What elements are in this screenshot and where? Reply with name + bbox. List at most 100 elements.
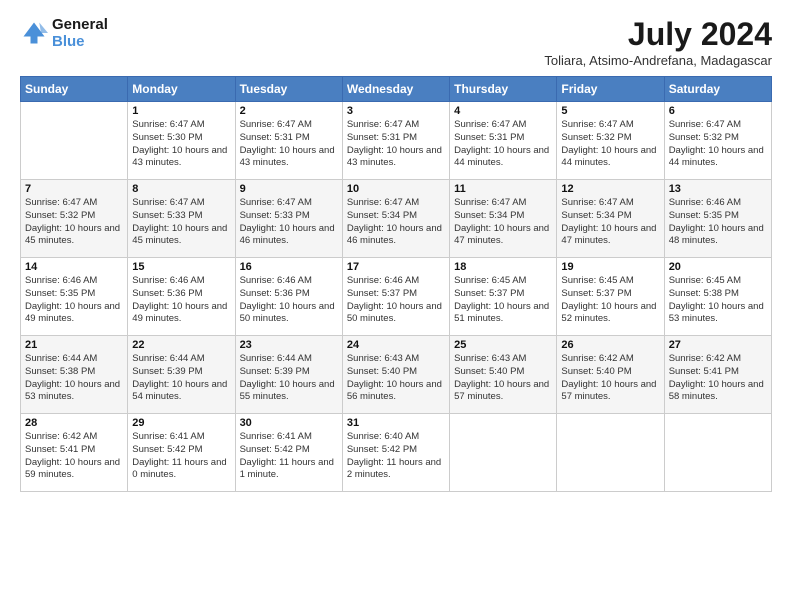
table-row: 9 Sunrise: 6:47 AMSunset: 5:33 PMDayligh… — [235, 180, 342, 258]
cell-info: Sunrise: 6:45 AMSunset: 5:37 PMDaylight:… — [454, 275, 552, 326]
location: Toliara, Atsimo-Andrefana, Madagascar — [544, 53, 772, 68]
cell-date: 25 — [454, 339, 552, 351]
table-row: 14 Sunrise: 6:46 AMSunset: 5:35 PMDaylig… — [21, 258, 128, 336]
col-sunday: Sunday — [21, 77, 128, 102]
col-saturday: Saturday — [664, 77, 771, 102]
cell-info: Sunrise: 6:47 AMSunset: 5:32 PMDaylight:… — [669, 119, 767, 170]
cell-date: 7 — [25, 183, 123, 195]
cell-info: Sunrise: 6:42 AMSunset: 5:40 PMDaylight:… — [561, 353, 659, 404]
cell-info: Sunrise: 6:42 AMSunset: 5:41 PMDaylight:… — [25, 431, 123, 482]
table-row: 4 Sunrise: 6:47 AMSunset: 5:31 PMDayligh… — [450, 102, 557, 180]
cell-date: 19 — [561, 261, 659, 273]
table-row: 26 Sunrise: 6:42 AMSunset: 5:40 PMDaylig… — [557, 336, 664, 414]
header: General Blue July 2024 Toliara, Atsimo-A… — [20, 16, 772, 68]
cell-date: 17 — [347, 261, 445, 273]
table-row — [664, 414, 771, 492]
table-row: 5 Sunrise: 6:47 AMSunset: 5:32 PMDayligh… — [557, 102, 664, 180]
cell-date: 28 — [25, 417, 123, 429]
cell-date: 15 — [132, 261, 230, 273]
cell-date: 31 — [347, 417, 445, 429]
calendar-week-row: 14 Sunrise: 6:46 AMSunset: 5:35 PMDaylig… — [21, 258, 772, 336]
cell-info: Sunrise: 6:43 AMSunset: 5:40 PMDaylight:… — [454, 353, 552, 404]
cell-info: Sunrise: 6:46 AMSunset: 5:36 PMDaylight:… — [132, 275, 230, 326]
cell-info: Sunrise: 6:47 AMSunset: 5:31 PMDaylight:… — [454, 119, 552, 170]
cell-date: 6 — [669, 105, 767, 117]
table-row — [450, 414, 557, 492]
table-row: 29 Sunrise: 6:41 AMSunset: 5:42 PMDaylig… — [128, 414, 235, 492]
cell-info: Sunrise: 6:47 AMSunset: 5:30 PMDaylight:… — [132, 119, 230, 170]
table-row: 28 Sunrise: 6:42 AMSunset: 5:41 PMDaylig… — [21, 414, 128, 492]
cell-date: 20 — [669, 261, 767, 273]
cell-date: 10 — [347, 183, 445, 195]
table-row — [557, 414, 664, 492]
table-row: 3 Sunrise: 6:47 AMSunset: 5:31 PMDayligh… — [342, 102, 449, 180]
cell-date: 24 — [347, 339, 445, 351]
calendar-week-row: 28 Sunrise: 6:42 AMSunset: 5:41 PMDaylig… — [21, 414, 772, 492]
table-row: 15 Sunrise: 6:46 AMSunset: 5:36 PMDaylig… — [128, 258, 235, 336]
cell-date: 11 — [454, 183, 552, 195]
page: General Blue July 2024 Toliara, Atsimo-A… — [0, 0, 792, 612]
cell-date: 23 — [240, 339, 338, 351]
title-block: July 2024 Toliara, Atsimo-Andrefana, Mad… — [544, 16, 772, 68]
cell-info: Sunrise: 6:47 AMSunset: 5:32 PMDaylight:… — [561, 119, 659, 170]
table-row: 6 Sunrise: 6:47 AMSunset: 5:32 PMDayligh… — [664, 102, 771, 180]
col-tuesday: Tuesday — [235, 77, 342, 102]
cell-date: 3 — [347, 105, 445, 117]
table-row: 21 Sunrise: 6:44 AMSunset: 5:38 PMDaylig… — [21, 336, 128, 414]
cell-date: 22 — [132, 339, 230, 351]
cell-date: 9 — [240, 183, 338, 195]
col-monday: Monday — [128, 77, 235, 102]
col-thursday: Thursday — [450, 77, 557, 102]
month-year: July 2024 — [544, 16, 772, 53]
cell-date: 21 — [25, 339, 123, 351]
table-row: 2 Sunrise: 6:47 AMSunset: 5:31 PMDayligh… — [235, 102, 342, 180]
cell-date: 18 — [454, 261, 552, 273]
table-row: 23 Sunrise: 6:44 AMSunset: 5:39 PMDaylig… — [235, 336, 342, 414]
cell-info: Sunrise: 6:47 AMSunset: 5:31 PMDaylight:… — [240, 119, 338, 170]
cell-date: 27 — [669, 339, 767, 351]
table-row: 16 Sunrise: 6:46 AMSunset: 5:36 PMDaylig… — [235, 258, 342, 336]
calendar-week-row: 1 Sunrise: 6:47 AMSunset: 5:30 PMDayligh… — [21, 102, 772, 180]
table-row: 17 Sunrise: 6:46 AMSunset: 5:37 PMDaylig… — [342, 258, 449, 336]
cell-date: 1 — [132, 105, 230, 117]
table-row: 22 Sunrise: 6:44 AMSunset: 5:39 PMDaylig… — [128, 336, 235, 414]
table-row: 30 Sunrise: 6:41 AMSunset: 5:42 PMDaylig… — [235, 414, 342, 492]
cell-info: Sunrise: 6:46 AMSunset: 5:35 PMDaylight:… — [669, 197, 767, 248]
calendar-header-row: Sunday Monday Tuesday Wednesday Thursday… — [21, 77, 772, 102]
logo-text: General Blue — [52, 16, 108, 50]
cell-date: 2 — [240, 105, 338, 117]
cell-info: Sunrise: 6:45 AMSunset: 5:38 PMDaylight:… — [669, 275, 767, 326]
table-row: 31 Sunrise: 6:40 AMSunset: 5:42 PMDaylig… — [342, 414, 449, 492]
cell-date: 14 — [25, 261, 123, 273]
cell-date: 30 — [240, 417, 338, 429]
cell-info: Sunrise: 6:47 AMSunset: 5:34 PMDaylight:… — [561, 197, 659, 248]
cell-info: Sunrise: 6:43 AMSunset: 5:40 PMDaylight:… — [347, 353, 445, 404]
table-row: 25 Sunrise: 6:43 AMSunset: 5:40 PMDaylig… — [450, 336, 557, 414]
cell-info: Sunrise: 6:40 AMSunset: 5:42 PMDaylight:… — [347, 431, 445, 482]
cell-date: 16 — [240, 261, 338, 273]
cell-date: 26 — [561, 339, 659, 351]
cell-info: Sunrise: 6:45 AMSunset: 5:37 PMDaylight:… — [561, 275, 659, 326]
cell-info: Sunrise: 6:44 AMSunset: 5:39 PMDaylight:… — [240, 353, 338, 404]
cell-date: 4 — [454, 105, 552, 117]
table-row — [21, 102, 128, 180]
table-row: 1 Sunrise: 6:47 AMSunset: 5:30 PMDayligh… — [128, 102, 235, 180]
col-wednesday: Wednesday — [342, 77, 449, 102]
cell-info: Sunrise: 6:46 AMSunset: 5:36 PMDaylight:… — [240, 275, 338, 326]
cell-date: 8 — [132, 183, 230, 195]
cell-info: Sunrise: 6:41 AMSunset: 5:42 PMDaylight:… — [240, 431, 338, 482]
col-friday: Friday — [557, 77, 664, 102]
table-row: 8 Sunrise: 6:47 AMSunset: 5:33 PMDayligh… — [128, 180, 235, 258]
cell-date: 29 — [132, 417, 230, 429]
table-row: 10 Sunrise: 6:47 AMSunset: 5:34 PMDaylig… — [342, 180, 449, 258]
cell-info: Sunrise: 6:46 AMSunset: 5:37 PMDaylight:… — [347, 275, 445, 326]
cell-date: 5 — [561, 105, 659, 117]
cell-info: Sunrise: 6:42 AMSunset: 5:41 PMDaylight:… — [669, 353, 767, 404]
cell-info: Sunrise: 6:47 AMSunset: 5:34 PMDaylight:… — [347, 197, 445, 248]
table-row: 7 Sunrise: 6:47 AMSunset: 5:32 PMDayligh… — [21, 180, 128, 258]
table-row: 11 Sunrise: 6:47 AMSunset: 5:34 PMDaylig… — [450, 180, 557, 258]
cell-info: Sunrise: 6:44 AMSunset: 5:38 PMDaylight:… — [25, 353, 123, 404]
table-row: 12 Sunrise: 6:47 AMSunset: 5:34 PMDaylig… — [557, 180, 664, 258]
cell-info: Sunrise: 6:47 AMSunset: 5:34 PMDaylight:… — [454, 197, 552, 248]
logo-icon — [20, 19, 48, 47]
